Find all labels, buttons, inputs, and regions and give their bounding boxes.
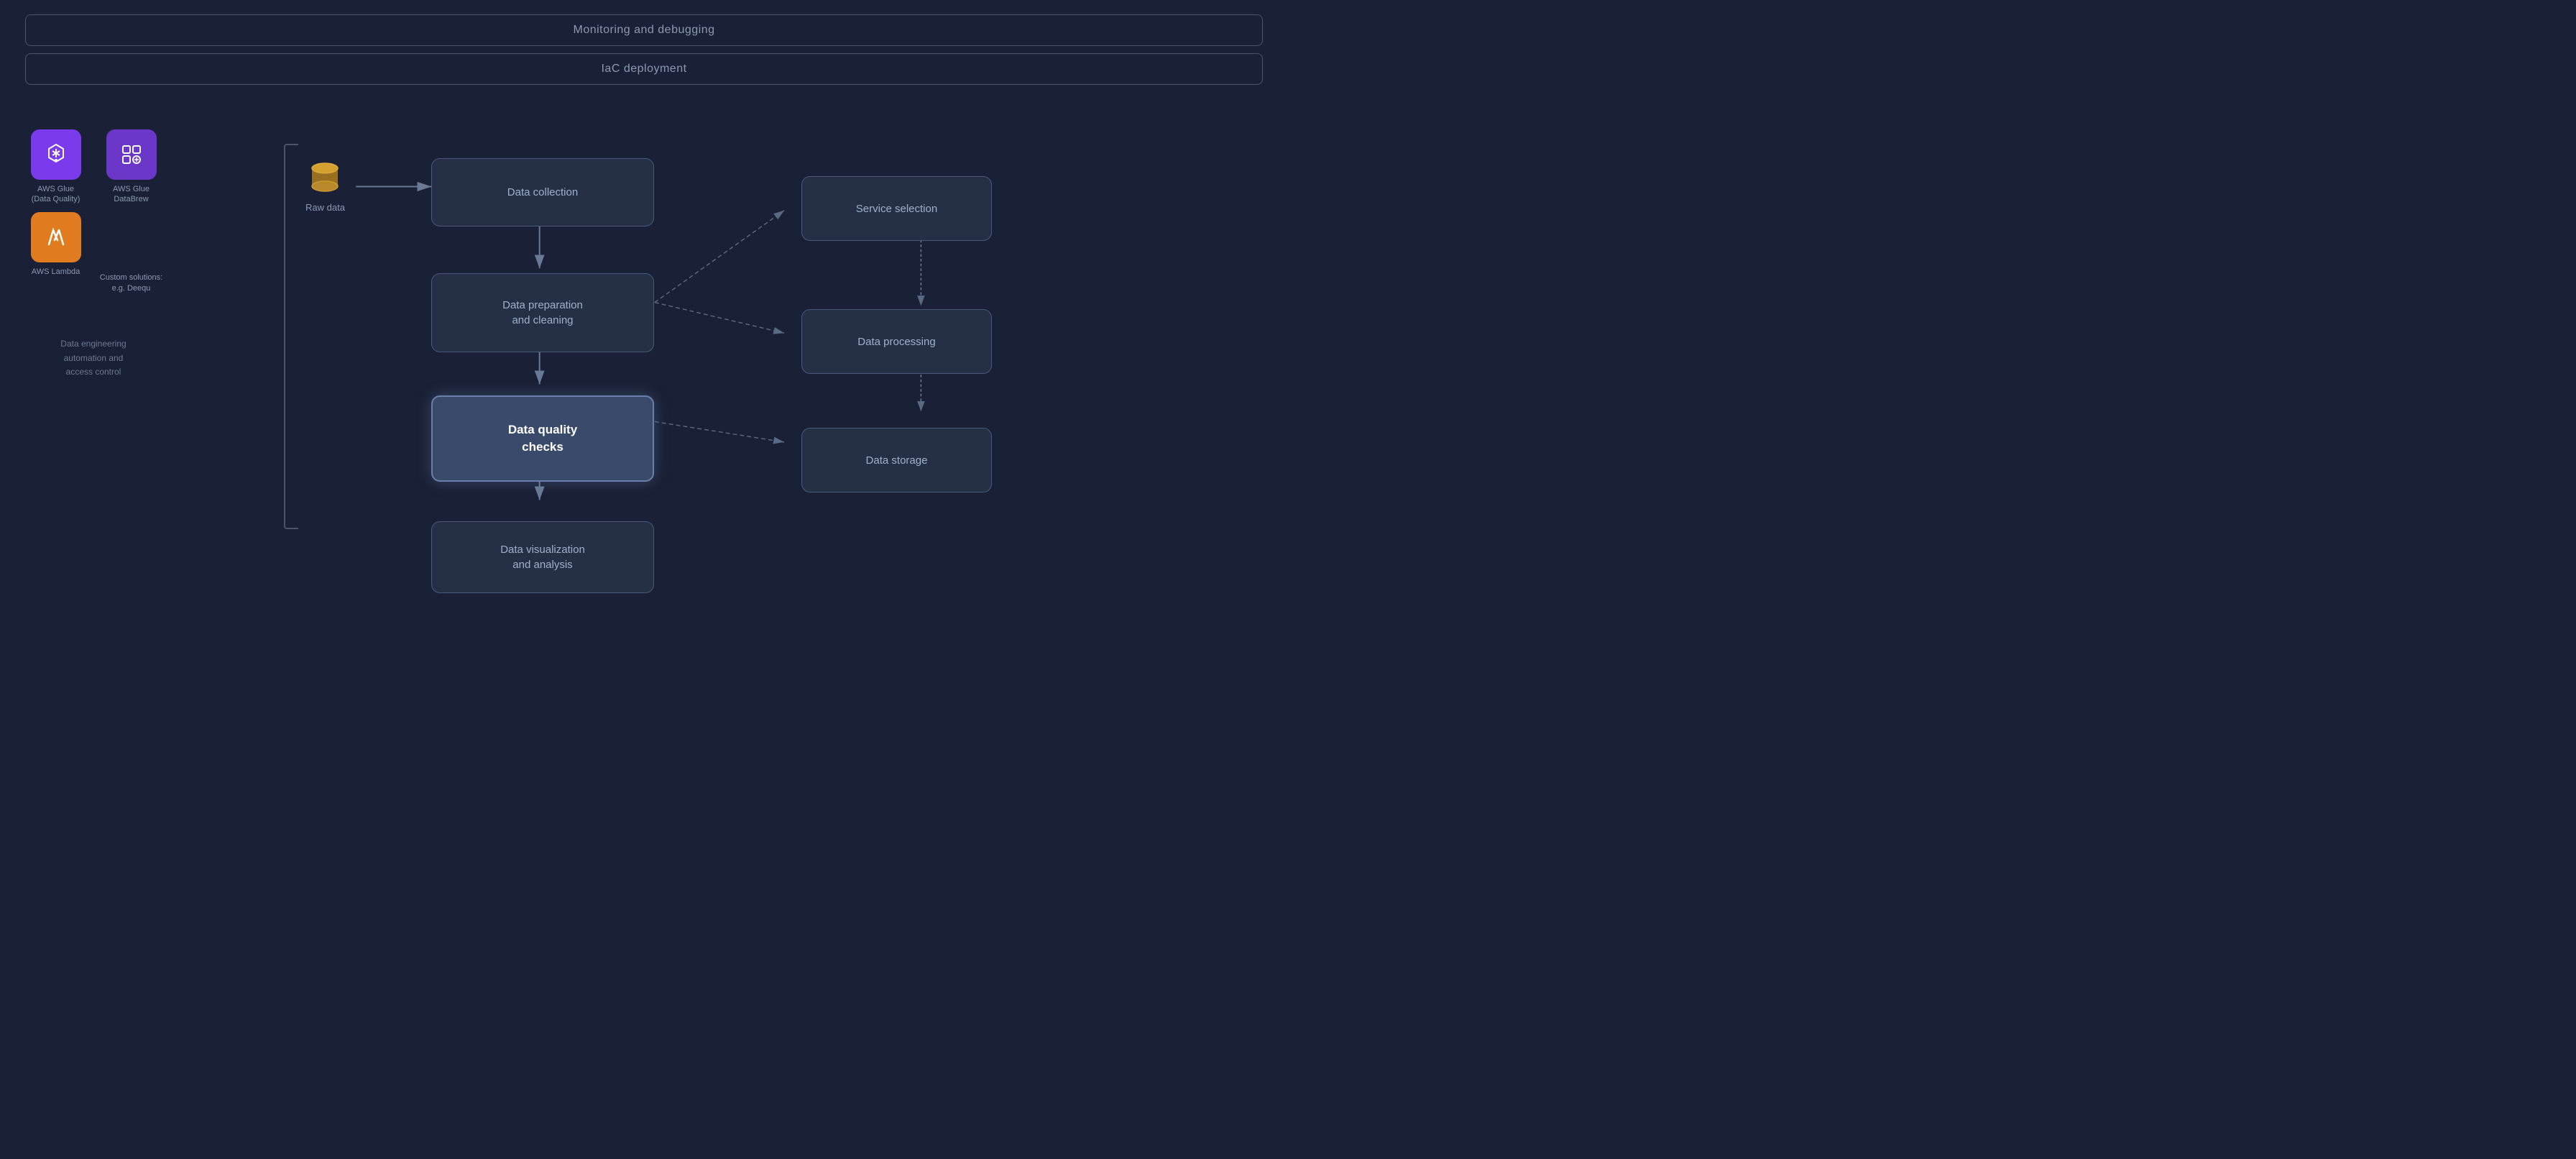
aws-glue-databrew-item: AWS GlueDataBrew	[97, 129, 165, 205]
top-banners: Monitoring and debugging IaC deployment	[25, 14, 1263, 85]
aws-glue-dq-item: AWS Glue(Data Quality)	[22, 129, 90, 205]
data-visualization-box: Data visualizationand analysis	[431, 521, 654, 593]
monitoring-banner: Monitoring and debugging	[25, 14, 1263, 46]
icon-grid: AWS Glue(Data Quality) AWS GlueDataBrew	[22, 129, 165, 294]
left-panel: AWS Glue(Data Quality) AWS GlueDataBrew	[22, 129, 165, 379]
data-preparation-box: Data preparationand cleaning	[431, 273, 654, 352]
data-quality-box: Data qualitychecks	[431, 395, 654, 482]
aws-lambda-item: AWS Lambda	[22, 212, 90, 295]
aws-lambda-icon	[31, 212, 81, 262]
custom-solutions-label: Custom solutions:e.g. Deequ	[100, 267, 162, 295]
aws-glue-dq-icon	[31, 129, 81, 180]
left-bracket	[284, 144, 298, 529]
data-storage-box: Data storage	[801, 428, 992, 493]
data-processing-box: Data processing	[801, 309, 992, 374]
flowchart: Raw data	[172, 115, 1266, 558]
raw-data-label: Raw data	[305, 202, 345, 213]
aws-lambda-label: AWS Lambda	[32, 267, 80, 277]
iac-banner: IaC deployment	[25, 53, 1263, 85]
aws-glue-dq-label: AWS Glue(Data Quality)	[32, 184, 80, 205]
service-selection-box: Service selection	[801, 176, 992, 241]
data-collection-box: Data collection	[431, 158, 654, 226]
custom-solutions-item: Custom solutions:e.g. Deequ	[97, 212, 165, 295]
aws-glue-databrew-label: AWS GlueDataBrew	[113, 184, 150, 205]
database-icon	[305, 158, 345, 198]
automation-label: Data engineeringautomation andaccess con…	[22, 337, 165, 379]
aws-glue-databrew-icon	[106, 129, 157, 180]
raw-data: Raw data	[305, 158, 345, 213]
